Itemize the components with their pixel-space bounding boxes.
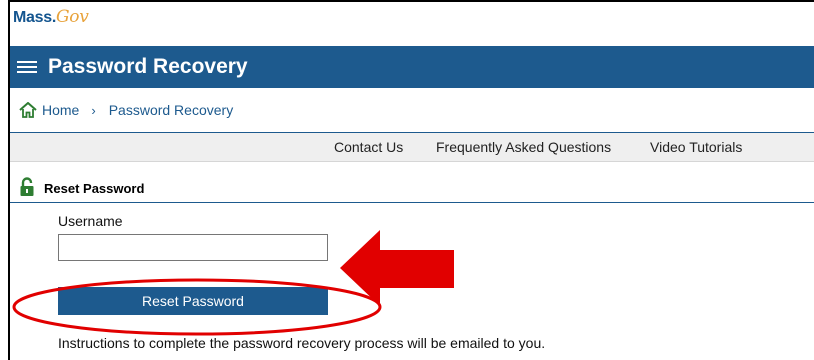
reset-password-button[interactable]: Reset Password — [58, 287, 328, 315]
breadcrumb-separator: › — [91, 102, 96, 118]
nav-video-tutorials[interactable]: Video Tutorials — [650, 139, 742, 155]
logo-bar: Mass.Gov — [10, 2, 814, 36]
lock-icon — [20, 177, 34, 196]
page-header: Password Recovery — [10, 46, 814, 88]
section-title: Reset Password — [44, 181, 145, 196]
username-label: Username — [58, 213, 123, 229]
nav-contact-us[interactable]: Contact Us — [334, 139, 403, 155]
page-title: Password Recovery — [48, 55, 248, 78]
breadcrumb-home-link[interactable]: Home — [42, 102, 79, 118]
home-icon[interactable] — [19, 102, 37, 118]
logo-gov-text: Gov — [55, 7, 89, 27]
mass-gov-logo[interactable]: Mass.Gov — [13, 7, 89, 27]
page-frame: Mass.Gov Password Recovery Home › Passwo… — [8, 0, 814, 360]
logo-mass-text: Mass. — [13, 9, 56, 26]
top-nav: Contact Us Frequently Asked Questions Vi… — [10, 133, 814, 162]
username-input[interactable] — [58, 234, 328, 261]
instructions-text: Instructions to complete the password re… — [58, 335, 546, 351]
reset-password-section-header: Reset Password — [10, 176, 814, 203]
breadcrumb-current: Password Recovery — [108, 102, 234, 118]
nav-faq[interactable]: Frequently Asked Questions — [436, 139, 611, 155]
hamburger-icon[interactable] — [17, 61, 37, 73]
breadcrumb: Home › Password Recovery — [10, 88, 814, 133]
